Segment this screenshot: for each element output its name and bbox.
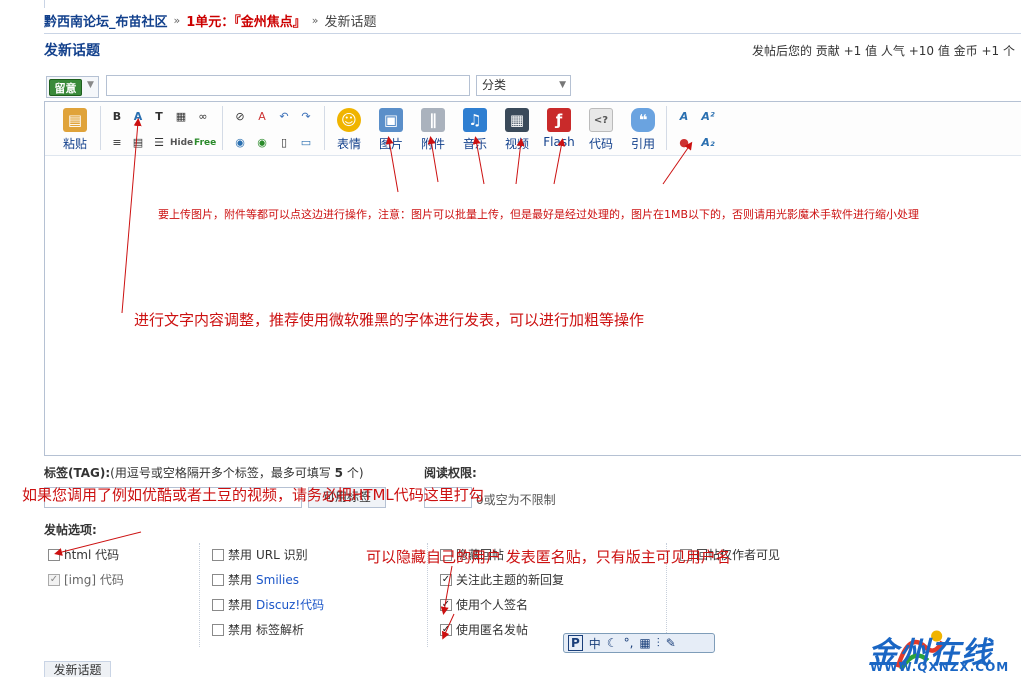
annotation-arrows <box>54 118 693 640</box>
arrow-to-image <box>385 136 399 193</box>
arrow-to-html-code <box>54 531 142 556</box>
arrow-to-video <box>515 138 525 185</box>
arrow-to-music <box>472 136 485 185</box>
arrow-to-anonymous <box>442 613 455 640</box>
arrow-to-signature <box>440 565 453 615</box>
arrow-to-color <box>662 141 693 185</box>
arrow-to-font <box>121 118 142 314</box>
arrow-to-flash <box>553 138 566 185</box>
arrow-to-attach <box>427 136 439 183</box>
